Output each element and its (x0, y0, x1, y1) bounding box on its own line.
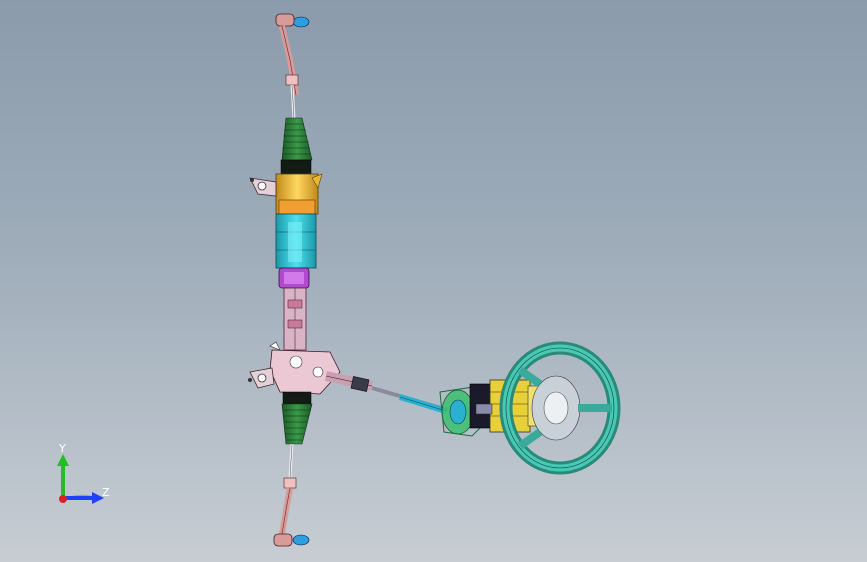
lower-outer-tie-rod-end (273, 443, 310, 547)
intermediate-shaft (324, 371, 449, 414)
orientation-triad[interactable] (44, 440, 124, 520)
triad-z-label: Z (102, 486, 110, 499)
cad-viewport[interactable]: Y Z (0, 0, 867, 562)
triad-y-label: Y (59, 442, 66, 455)
rack-gear-housing (249, 173, 323, 215)
rack-tube (283, 287, 307, 351)
steering-assembly-model[interactable] (0, 0, 867, 562)
upper-rack-boot (280, 117, 313, 175)
lower-rack-boot (281, 391, 313, 445)
eps-motor (275, 213, 317, 289)
upper-outer-tie-rod-end (275, 13, 310, 119)
